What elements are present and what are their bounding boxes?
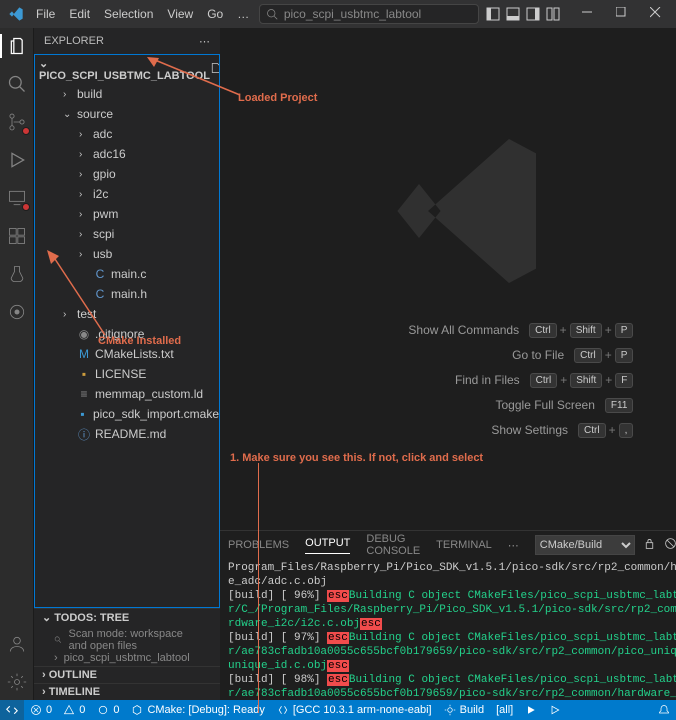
output-channel-select[interactable]: CMake/Build <box>535 535 635 555</box>
pico-icon[interactable] <box>5 300 29 324</box>
menu-go[interactable]: Go <box>201 3 229 25</box>
layout-customize-icon[interactable] <box>546 7 560 21</box>
search-icon <box>54 634 62 646</box>
folder-i2c[interactable]: ›i2c <box>45 184 219 204</box>
editor: Show All CommandsCtrl+Shift+P Go to File… <box>220 28 676 700</box>
status-build[interactable]: Build <box>438 700 490 720</box>
bottom-panel: PROBLEMS OUTPUT DEBUG CONSOLE TERMINAL ⋯… <box>220 530 676 700</box>
menu-selection[interactable]: Selection <box>98 3 159 25</box>
folder-adc16[interactable]: ›adc16 <box>45 144 219 164</box>
file-license[interactable]: ▪LICENSE <box>45 364 219 384</box>
close-button[interactable] <box>642 0 672 28</box>
titlebar: File Edit Selection View Go … pico_scpi_… <box>0 0 676 28</box>
file-cmakelists[interactable]: MCMakeLists.txt <box>45 344 219 364</box>
search-icon <box>266 8 278 20</box>
menubar: File Edit Selection View Go … <box>30 3 255 25</box>
annotation-line <box>258 463 259 713</box>
show-settings: Show Settings <box>491 423 568 437</box>
layout-primary-icon[interactable] <box>486 7 500 21</box>
status-ports[interactable]: 0 <box>91 700 125 720</box>
explorer-more-icon[interactable]: ⋯ <box>199 35 210 48</box>
file-memmap[interactable]: ≡memmap_custom.ld <box>45 384 219 404</box>
arrow-cmake <box>45 250 115 340</box>
clear-icon[interactable] <box>664 537 676 553</box>
todos-section[interactable]: ⌄ TODOS: TREE Scan mode: workspace and o… <box>34 608 220 666</box>
status-gcc[interactable]: [GCC 10.3.1 arm-none-eabi] <box>271 700 438 720</box>
minimize-button[interactable] <box>574 0 604 28</box>
tab-terminal[interactable]: TERMINAL <box>436 539 492 551</box>
lock-icon[interactable] <box>643 537 656 553</box>
account-icon[interactable] <box>5 632 29 656</box>
explorer-header: EXPLORER ⋯ <box>34 28 220 54</box>
tab-debug-console[interactable]: DEBUG CONSOLE <box>366 533 420 557</box>
source-control-icon[interactable] <box>5 110 29 134</box>
maximize-button[interactable] <box>608 0 638 28</box>
command-center[interactable]: pico_scpi_usbtmc_labtool <box>259 4 479 24</box>
remote-explorer-icon[interactable] <box>5 186 29 210</box>
go-to-file: Go to File <box>512 348 564 362</box>
shortcuts: Show All CommandsCtrl+Shift+P Go to File… <box>313 323 633 438</box>
welcome-screen: Show All CommandsCtrl+Shift+P Go to File… <box>220 28 676 530</box>
file-picosdk[interactable]: ▪pico_sdk_import.cmake <box>45 404 219 424</box>
search-icon[interactable] <box>5 72 29 96</box>
explorer-sidebar: EXPLORER ⋯ ⌄ PICO_SCPI_USBTMC_LABTOOL ›b… <box>34 28 220 700</box>
menu-file[interactable]: File <box>30 3 61 25</box>
status-target[interactable]: [all] <box>490 700 519 720</box>
timeline-section[interactable]: › TIMELINE <box>34 683 220 700</box>
menu-edit[interactable]: Edit <box>63 3 96 25</box>
vscode-watermark-icon <box>383 121 563 301</box>
settings-gear-icon[interactable] <box>5 670 29 694</box>
folder-scpi[interactable]: ›scpi <box>45 224 219 244</box>
remote-indicator[interactable] <box>0 700 24 720</box>
folder-gpio[interactable]: ›gpio <box>45 164 219 184</box>
folder-adc[interactable]: ›adc <box>45 124 219 144</box>
activity-bar <box>0 28 34 700</box>
outline-section[interactable]: › OUTLINE <box>34 666 220 683</box>
status-bell[interactable] <box>652 700 676 720</box>
command-center-text: pico_scpi_usbtmc_labtool <box>284 7 421 21</box>
layout-secondary-icon[interactable] <box>526 7 540 21</box>
status-cmake[interactable]: CMake: [Debug]: Ready <box>125 700 270 720</box>
vscode-logo-icon <box>8 6 24 22</box>
extensions-icon[interactable] <box>5 224 29 248</box>
folder-source[interactable]: ⌄source <box>45 104 219 124</box>
status-bar: 0 0 0 CMake: [Debug]: Ready [GCC 10.3.1 … <box>0 700 676 720</box>
menu-view[interactable]: View <box>161 3 199 25</box>
todos-proj[interactable]: pico_scpi_usbtmc_labtool <box>64 652 190 664</box>
status-run[interactable] <box>543 700 567 720</box>
explorer-icon[interactable] <box>0 34 34 58</box>
run-debug-icon[interactable] <box>5 148 29 172</box>
status-debug-launch[interactable] <box>519 700 543 720</box>
folder-pwm[interactable]: ›pwm <box>45 204 219 224</box>
find-in-files: Find in Files <box>455 373 520 387</box>
tab-output[interactable]: OUTPUT <box>305 537 350 554</box>
window-controls <box>486 0 672 28</box>
todos-title: TODOS: TREE <box>54 612 129 624</box>
explorer-title: EXPLORER <box>44 35 104 47</box>
status-problems[interactable]: 0 0 <box>24 700 91 720</box>
menu-more[interactable]: … <box>231 3 255 25</box>
layout-panel-icon[interactable] <box>506 7 520 21</box>
testing-icon[interactable] <box>5 262 29 286</box>
panel-tabs: PROBLEMS OUTPUT DEBUG CONSOLE TERMINAL ⋯… <box>220 531 676 559</box>
show-all-commands: Show All Commands <box>408 323 519 337</box>
todos-scan: Scan mode: workspace and open files <box>68 628 200 652</box>
panel-more[interactable]: ⋯ <box>508 539 519 552</box>
file-readme[interactable]: ⓘREADME.md <box>45 424 219 444</box>
arrow-loaded <box>145 55 245 100</box>
toggle-full-screen: Toggle Full Screen <box>496 398 595 412</box>
output-content[interactable]: Program_Files/Raspberry_Pi/Pico_SDK_v1.5… <box>220 559 676 700</box>
